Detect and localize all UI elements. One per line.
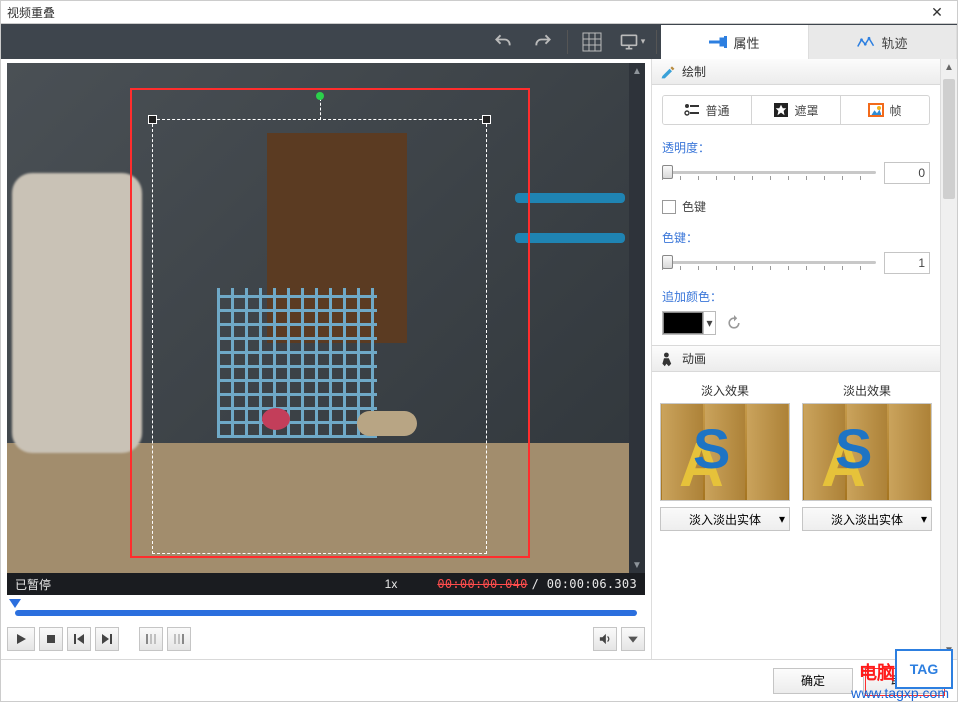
dialog-footer: 确定 取消 电脑技术网 www.tagxp.com TAG (1, 659, 957, 701)
side-panel: 绘制 普通 遮罩 (651, 59, 957, 659)
redo-button[interactable] (529, 28, 557, 56)
undo-button[interactable] (489, 28, 517, 56)
animation-panel-header: 动画 (652, 346, 940, 372)
display-button[interactable]: ▾ (618, 28, 646, 56)
preview-canvas[interactable]: ▲▼ (7, 63, 645, 573)
fadeout-label: 淡出效果 (843, 382, 891, 399)
color-dropdown[interactable]: ▾ (703, 312, 715, 334)
timecode-current-struck: 00:00:00.040 (437, 577, 527, 591)
playback-controls (7, 621, 645, 651)
timeline-bar[interactable] (7, 595, 645, 621)
volume-dropdown-button[interactable] (621, 627, 645, 651)
grid-toggle-button[interactable] (578, 28, 606, 56)
stop-button[interactable] (39, 627, 63, 651)
color-swatch[interactable] (663, 312, 703, 334)
fadein-thumbnail[interactable]: AS (660, 403, 790, 501)
close-icon[interactable]: ✕ (917, 4, 957, 21)
volume-button[interactable] (593, 627, 617, 651)
timeline-playhead[interactable] (9, 599, 21, 608)
ok-button[interactable]: 确定 (773, 668, 853, 694)
reset-color-button[interactable] (724, 313, 744, 333)
preview-area[interactable]: ▲▼ 已暂停 1x 00:00:00.040 / 00:00:06.303 (7, 63, 645, 595)
tab-properties-label: 属性 (733, 33, 759, 52)
preview-scrollbar-vertical[interactable]: ▲▼ (629, 63, 645, 573)
tab-trajectory-label: 轨迹 (881, 33, 907, 52)
opacity-slider[interactable] (662, 165, 876, 181)
playback-speed: 1x (385, 577, 398, 591)
window-shell: ▾ 属性 轨迹 (0, 24, 958, 702)
chroma-value[interactable]: 1 (884, 252, 930, 274)
draw-panel: 普通 遮罩 帧 透明度： (652, 85, 940, 346)
preview-column: ▲▼ 已暂停 1x 00:00:00.040 / 00:00:06.303 (1, 59, 651, 659)
watermark-badge: TAG (895, 649, 953, 689)
add-color-label: 追加颜色： (662, 288, 930, 305)
draw-panel-header: 绘制 (652, 59, 940, 85)
chroma-section-label: 色键 (682, 198, 706, 215)
mark-in-button[interactable] (139, 627, 163, 651)
draw-panel-title: 绘制 (682, 63, 706, 80)
opacity-label: 透明度： (662, 139, 930, 156)
resize-handle-top-right[interactable] (482, 115, 491, 124)
tab-trajectory[interactable]: 轨迹 (809, 25, 957, 59)
tab-properties[interactable]: 属性 (661, 25, 809, 59)
toolbar: ▾ 属性 轨迹 (1, 24, 957, 59)
subtab-mask[interactable]: 遮罩 (752, 96, 841, 124)
image-icon (868, 103, 884, 117)
draw-subtabs: 普通 遮罩 帧 (662, 95, 930, 125)
title-bar: 视频重叠 ✕ (0, 0, 958, 24)
fadein-column: 淡入效果 AS 淡入淡出实体▾ (660, 382, 790, 659)
play-button[interactable] (7, 627, 35, 651)
opacity-value[interactable]: 0 (884, 162, 930, 184)
preview-status-bar: 已暂停 1x 00:00:00.040 / 00:00:06.303 (7, 573, 645, 595)
chroma-slider[interactable] (662, 255, 876, 271)
animation-panel-title: 动画 (682, 350, 706, 367)
timecode-total: / 00:00:06.303 (532, 577, 637, 591)
fadein-dropdown[interactable]: 淡入淡出实体▾ (660, 507, 790, 531)
subtab-frame[interactable]: 帧 (841, 96, 929, 124)
animation-panel: 动画 淡入效果 AS 淡入淡出实体▾ (652, 346, 940, 659)
window-title: 视频重叠 (7, 4, 55, 21)
overlay-selection[interactable] (152, 119, 487, 554)
mark-out-button[interactable] (167, 627, 191, 651)
subtab-normal[interactable]: 普通 (663, 96, 752, 124)
fadein-label: 淡入效果 (701, 382, 749, 399)
next-frame-button[interactable] (95, 627, 119, 651)
fadeout-thumbnail[interactable]: AS (802, 403, 932, 501)
side-panel-scrollbar[interactable]: ▲▼ (940, 59, 957, 659)
chroma-label: 色键： (662, 229, 930, 246)
prev-frame-button[interactable] (67, 627, 91, 651)
resize-handle-top-left[interactable] (148, 115, 157, 124)
fadeout-column: 淡出效果 AS 淡入淡出实体▾ (802, 382, 932, 659)
fadeout-dropdown[interactable]: 淡入淡出实体▾ (802, 507, 932, 531)
chroma-checkbox[interactable] (662, 200, 676, 214)
playback-status: 已暂停 (15, 576, 51, 593)
rotate-handle[interactable] (316, 92, 324, 100)
